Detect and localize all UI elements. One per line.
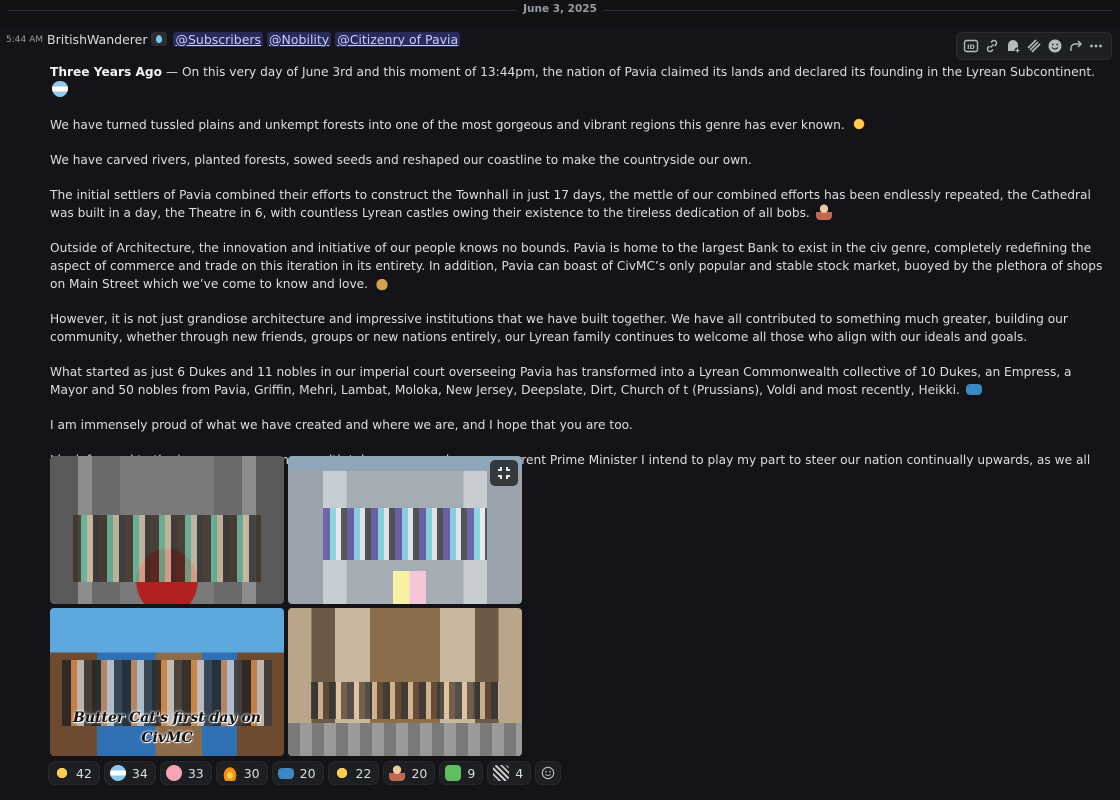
reaction-count: 22 [355,765,372,781]
message-title: Three Years Ago [50,65,163,79]
reaction-count: 20 [411,765,428,781]
message-content: Three Years Ago — On this very day of Ju… [50,63,1112,504]
gallery-image-butter-cat[interactable]: Butter Cat's first day on CivMC [50,608,284,756]
paragraph-8-text: I am immensely proud of what we have cre… [50,418,633,432]
svg-text:ID: ID [968,43,976,51]
emoji-icon[interactable] [1045,36,1065,56]
paragraph-2-text: We have turned tussled plains and unkemp… [50,118,845,132]
paragraph-1-text: — On this very day of June 3rd and this … [162,65,1095,79]
link-icon[interactable] [982,36,1002,56]
gallery-image-hall-group[interactable] [288,456,522,604]
creeper-icon [445,765,462,781]
reaction-count: 20 [299,765,316,781]
paragraph-8: I am immensely proud of what we have cre… [50,416,1112,434]
message-timestamp[interactable]: 5:44 AM [6,34,43,45]
person-emoji-icon[interactable] [815,204,832,220]
money-bag-emoji-icon[interactable] [373,275,390,291]
sun-emoji-icon[interactable] [850,116,867,132]
flag-emoji-icon[interactable] [965,384,982,395]
paragraph-4-text: The initial settlers of Pavia combined t… [50,188,1091,220]
username[interactable]: BritishWanderer [47,32,147,47]
reaction-person[interactable]: 20 [383,761,436,785]
blue-heart-emoji-icon[interactable] [52,81,68,97]
chat-view: June 3, 2025 5:44 AM BritishWanderer @Su… [0,0,1120,800]
gallery-view-icon[interactable] [490,460,518,486]
paragraph-1: Three Years Ago — On this very day of Ju… [50,63,1112,99]
image-caption: Butter Cat's first day on CivMC [73,710,261,746]
message-header: 5:44 AM BritishWanderer @Subscribers @No… [6,30,464,48]
star-icon [54,765,70,781]
cool-face-icon [333,765,350,781]
paragraph-7: What started as just 6 Dukes and 11 nobl… [50,363,1112,399]
reactions-bar: 42 34 33 30 20 22 20 9 4 [48,761,562,785]
reaction-pink-heart[interactable]: 33 [159,761,212,785]
fire-icon [221,765,238,781]
id-icon[interactable]: ID [961,36,981,56]
flag-icon [277,767,294,779]
blue-heart-icon [109,765,126,781]
paragraph-5: Outside of Architecture, the innovation … [50,239,1112,293]
paragraph-2: We have turned tussled plains and unkemp… [50,116,1112,134]
paragraph-3-text: We have carved rivers, planted forests, … [50,153,752,167]
reaction-count: 9 [467,765,476,781]
reaction-creeper[interactable]: 9 [439,761,484,785]
paragraph-5-text: Outside of Architecture, the innovation … [50,241,1103,291]
person-icon [389,765,406,781]
reaction-stripes[interactable]: 4 [487,761,532,785]
mention-citizenry[interactable]: @Citizenry of Pavia [335,31,461,47]
reaction-blue-heart[interactable]: 34 [103,761,156,785]
paragraph-3: We have carved rivers, planted forests, … [50,151,1112,169]
gallery-image-cathedral-group[interactable] [50,456,284,604]
reaction-cool-face[interactable]: 22 [327,761,380,785]
reaction-flag[interactable]: 20 [271,761,324,785]
reaction-fire[interactable]: 30 [215,761,268,785]
paragraph-6: However, it is not just grandiose archit… [50,310,1112,346]
paragraph-4: The initial settlers of Pavia combined t… [50,186,1112,222]
reaction-count: 42 [76,765,92,781]
reaction-count: 4 [515,765,524,781]
gallery-image-gate-group[interactable] [288,608,522,756]
stripes-icon[interactable] [1024,36,1044,56]
mention-nobility[interactable]: @Nobility [267,31,332,47]
reaction-count: 34 [131,765,148,781]
reaction-star[interactable]: 42 [48,761,100,785]
role-icon[interactable] [151,32,168,46]
image-gallery: Butter Cat's first day on CivMC [50,456,522,756]
more-icon[interactable] [1086,36,1106,56]
pink-heart-icon [165,765,182,781]
message[interactable]: 5:44 AM BritishWanderer @Subscribers @No… [0,27,1120,800]
paragraph-6-text: However, it is not just grandiose archit… [50,312,1068,344]
date-divider-label: June 3, 2025 [517,3,603,15]
add-reaction-button[interactable] [535,761,562,785]
message-toolbar: ID [956,32,1112,60]
mention-subscribers[interactable]: @Subscribers [173,31,264,47]
date-divider: June 3, 2025 [0,0,1120,20]
stripes-icon [493,765,510,781]
forward-icon[interactable] [1066,36,1086,56]
thread-icon[interactable] [1003,36,1023,56]
add-reaction-icon [541,766,555,780]
reaction-count: 30 [243,765,260,781]
paragraph-7-text: What started as just 6 Dukes and 11 nobl… [50,365,1072,397]
reaction-count: 33 [187,765,204,781]
